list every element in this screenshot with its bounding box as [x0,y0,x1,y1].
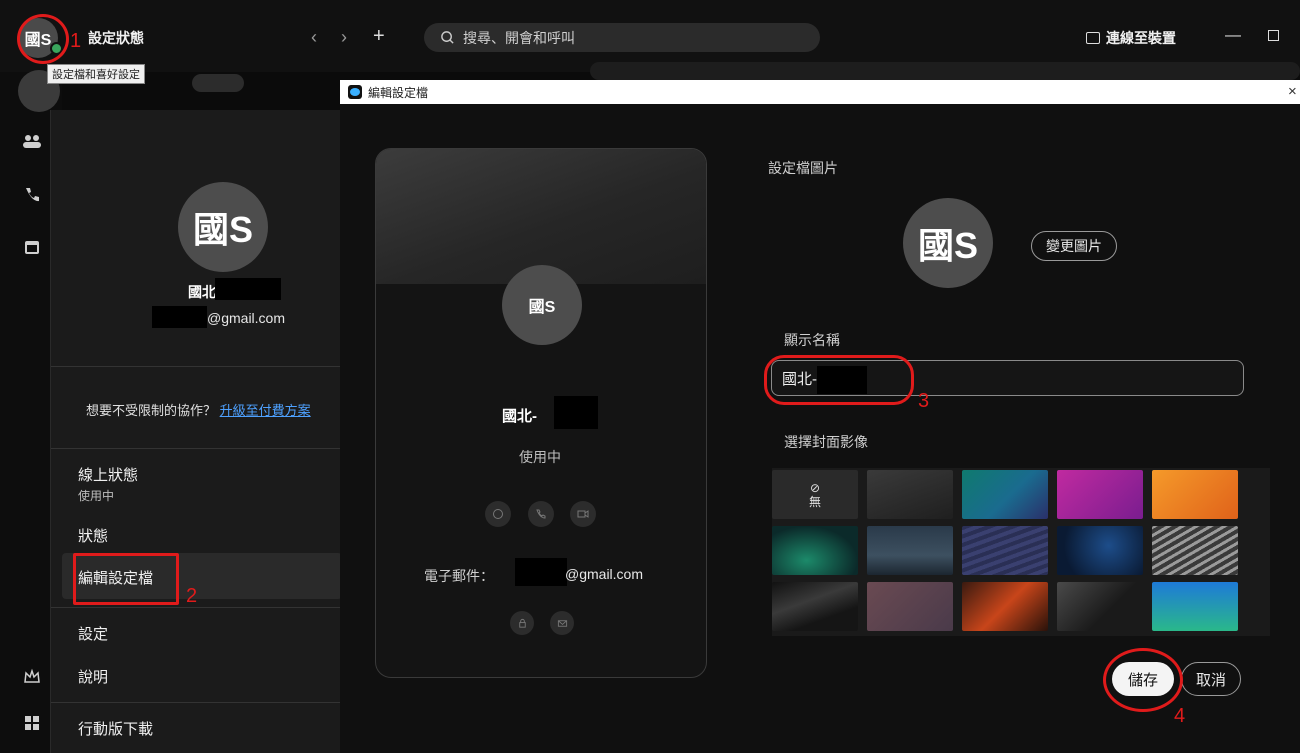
card-avatar: 國S [502,265,582,345]
webex-logo-icon [348,85,362,99]
chat-icon [485,501,511,527]
cover-tile-magenta[interactable] [1057,470,1143,519]
cover-tile-waves-blue[interactable] [962,526,1048,575]
lock-icon [510,611,534,635]
cover-image-label: 選擇封面影像 [784,434,868,450]
redaction-box [515,558,567,586]
divider [51,702,342,703]
annotation-circle-1 [17,14,69,64]
annotation-ellipse-3 [764,355,914,405]
minimize-button[interactable]: — [1225,27,1241,45]
phone-icon[interactable] [22,186,42,206]
call-icon [528,501,554,527]
annotation-number-1: 1 [70,30,82,52]
cover-tile-dark-shapes[interactable] [1057,582,1143,631]
menu-item-help[interactable]: 說明 [78,666,108,687]
redaction-box [152,306,207,328]
cover-tile-blue-green[interactable] [1152,582,1238,631]
menu-item-online-status[interactable]: 線上狀態 [78,464,138,485]
device-icon [1086,32,1100,44]
none-icon: ⊘ [809,480,821,495]
cover-tile-mountain[interactable] [867,526,953,575]
cover-tile-mauve[interactable] [867,582,953,631]
redaction-box [554,396,598,429]
cover-image-grid: ⊘ 無 [772,468,1270,636]
card-status: 使用中 [519,449,561,465]
dialog-titlebar: 編輯設定檔 [340,80,1300,104]
redaction-box [215,278,281,300]
dialog-title: 編輯設定檔 [368,85,429,100]
add-icon[interactable]: + [373,25,385,48]
connect-device-button[interactable]: 連線至裝置 [1086,28,1176,48]
online-status-value: 使用中 [78,489,115,503]
annotation-number-4: 4 [1174,705,1186,727]
card-email-value: @gmail.com [565,566,644,582]
video-icon [570,501,596,527]
upgrade-prompt: 想要不受限制的協作？ 升級至付費方案 [86,400,311,419]
connect-device-label: 連線至裝置 [1106,30,1176,46]
annotation-number-2: 2 [186,585,198,607]
card-email-label: 電子郵件： [424,568,494,584]
divider [51,448,342,449]
mail-icon [550,611,574,635]
cover-tile-lines-gray[interactable] [1152,526,1238,575]
change-picture-button[interactable]: 變更圖片 [1031,231,1117,261]
divider [51,366,342,367]
avatar-tooltip: 設定檔和喜好設定 [47,64,145,84]
background-strip [590,62,1300,80]
calendar-icon[interactable] [22,238,42,258]
back-arrow-icon[interactable]: ‹ [311,27,317,48]
profile-menu-avatar: 國S [178,182,268,272]
cancel-button[interactable]: 取消 [1181,662,1241,696]
search-bar[interactable]: 搜尋、開會和呼叫 [424,23,820,52]
display-name-label: 顯示名稱 [784,332,840,348]
none-label: 無 [808,494,821,509]
close-icon[interactable]: × [1288,83,1297,100]
menu-item-mobile-download[interactable]: 行動版下載 [78,718,153,739]
profile-picture-avatar: 國S [903,198,993,288]
upgrade-link[interactable]: 升級至付費方案 [220,403,311,418]
set-status-label[interactable]: 設定狀態 [88,28,144,48]
annotation-box-2 [73,553,179,605]
teams-icon[interactable] [22,133,42,153]
cover-tile-none[interactable]: ⊘ 無 [772,470,858,519]
profile-preview-card: 國S 國北- 使用中 電子郵件： @gmail.com [375,148,707,678]
crown-icon[interactable] [22,668,42,688]
menu-item-status[interactable]: 狀態 [78,525,108,546]
annotation-circle-4 [1103,648,1183,712]
cover-tile-lava[interactable] [962,582,1048,631]
cover-tile-dark-gray[interactable] [867,470,953,519]
cover-tile-black-curves[interactable] [772,582,858,631]
cover-tile-teal[interactable] [962,470,1048,519]
apps-icon[interactable] [22,714,42,734]
card-cover-image [376,149,706,284]
profile-menu-email: @gmail.com [207,310,286,326]
forward-arrow-icon[interactable]: › [341,27,347,48]
cover-tile-ocean[interactable] [1057,526,1143,575]
profile-picture-label: 設定檔圖片 [768,160,838,176]
card-name: 國北- [502,408,537,425]
cover-tile-orange[interactable] [1152,470,1238,519]
menu-item-settings[interactable]: 設定 [78,623,108,644]
upgrade-text: 想要不受限制的協作？ [86,403,217,418]
maximize-button[interactable] [1268,30,1279,41]
background-pill [192,74,244,92]
search-placeholder: 搜尋、開會和呼叫 [463,29,575,46]
search-icon [441,31,454,44]
cover-tile-aurora[interactable] [772,526,858,575]
annotation-number-3: 3 [918,390,930,412]
